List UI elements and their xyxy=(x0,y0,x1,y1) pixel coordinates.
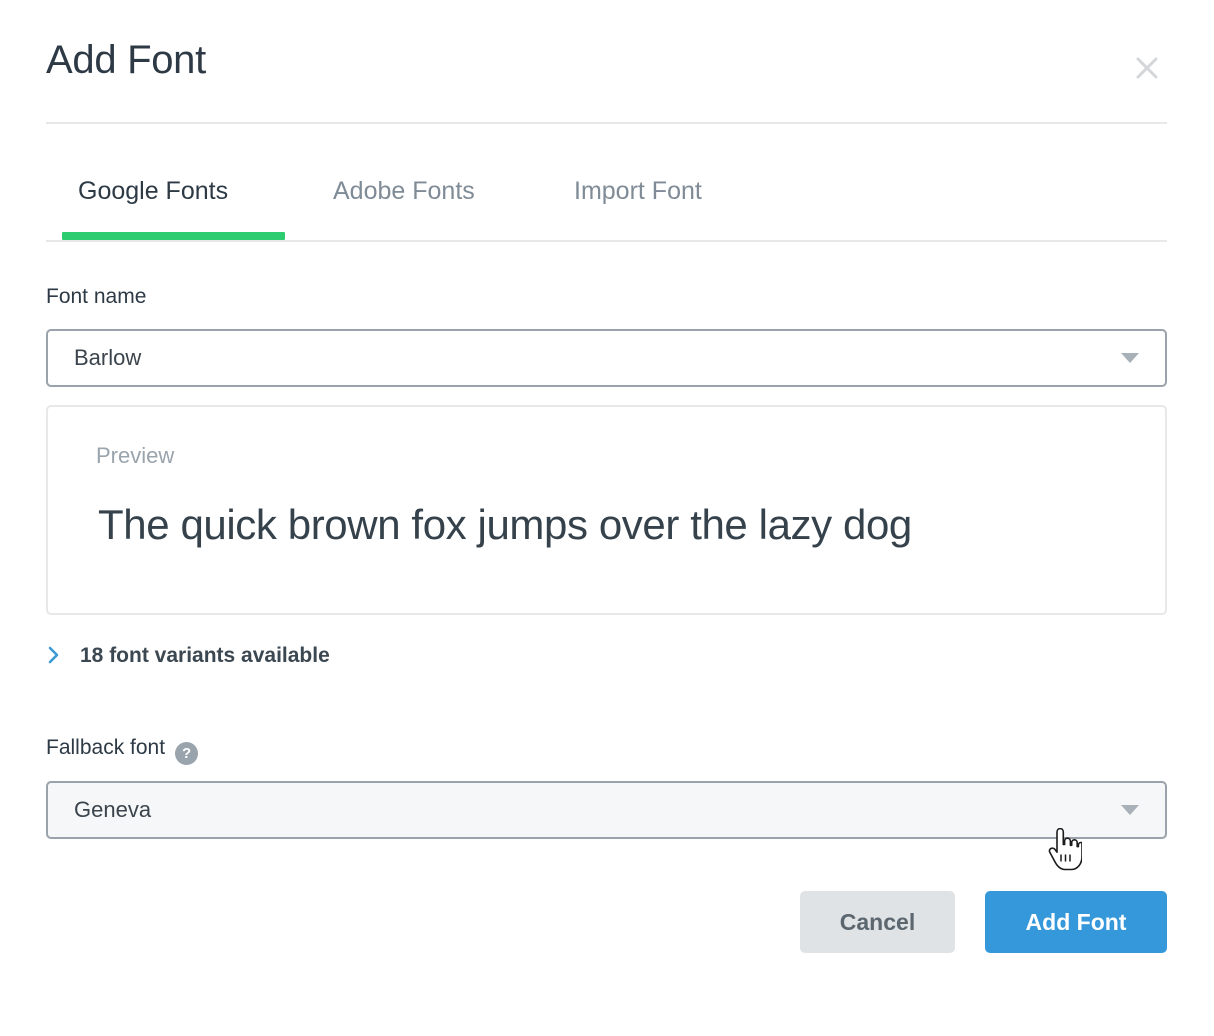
tab-import-font[interactable]: Import Font xyxy=(574,176,702,206)
fallback-font-label-text: Fallback font xyxy=(46,736,165,759)
active-tab-indicator xyxy=(62,232,285,240)
add-font-dialog: Add Font Google Fonts Adobe Fonts Import… xyxy=(0,0,1214,1036)
font-variants-toggle[interactable]: 18 font variants available xyxy=(46,638,330,672)
preview-caption: Preview xyxy=(96,445,174,467)
font-name-label: Font name xyxy=(46,286,146,307)
tab-bar: Google Fonts Adobe Fonts Import Font xyxy=(46,160,1167,242)
tab-google-fonts[interactable]: Google Fonts xyxy=(78,176,228,206)
fallback-font-value: Geneva xyxy=(74,799,151,821)
font-name-select[interactable]: Barlow xyxy=(46,329,1167,387)
chevron-down-icon xyxy=(1121,805,1139,815)
page-title: Add Font xyxy=(46,40,206,80)
dialog-header: Add Font xyxy=(46,34,1167,124)
chevron-down-icon xyxy=(1121,353,1139,363)
add-font-button[interactable]: Add Font xyxy=(985,891,1167,953)
font-preview-panel: Preview The quick brown fox jumps over t… xyxy=(46,405,1167,615)
preview-sample-text: The quick brown fox jumps over the lazy … xyxy=(98,501,912,549)
font-variants-label: 18 font variants available xyxy=(80,645,330,666)
fallback-font-label: Fallback font? xyxy=(46,737,198,765)
fallback-font-select[interactable]: Geneva xyxy=(46,781,1167,839)
close-icon[interactable] xyxy=(1127,48,1167,88)
chevron-right-icon xyxy=(46,645,62,665)
help-icon[interactable]: ? xyxy=(175,742,198,765)
cancel-button[interactable]: Cancel xyxy=(800,891,955,953)
tab-adobe-fonts[interactable]: Adobe Fonts xyxy=(333,176,475,206)
font-name-value: Barlow xyxy=(74,347,141,369)
